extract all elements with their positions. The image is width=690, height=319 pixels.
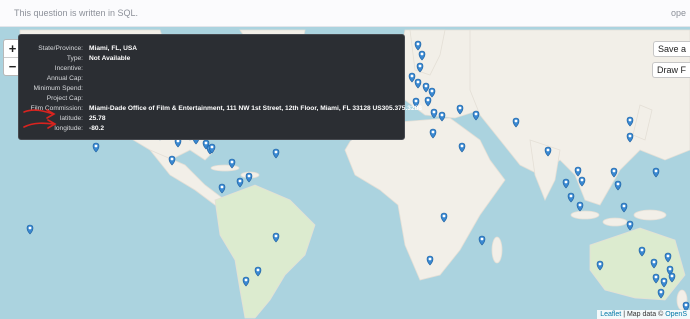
tooltip-value: 25.78 <box>89 115 106 122</box>
map-marker-icon[interactable] <box>272 148 280 159</box>
map-marker-icon[interactable] <box>26 224 34 235</box>
tooltip-label: Type: <box>66 55 83 62</box>
map-marker-icon[interactable] <box>272 232 280 243</box>
question-source-text: This question is written in SQL. <box>14 8 139 18</box>
map-marker-icon[interactable] <box>414 40 422 51</box>
map-attribution: Leaflet | Map data © OpenS <box>597 310 690 319</box>
map-marker-icon[interactable] <box>228 158 236 169</box>
map-marker-icon[interactable] <box>418 50 426 61</box>
map-marker-icon[interactable] <box>422 82 430 93</box>
tooltip-row-minimum-spend: Minimum Spend: <box>19 85 404 94</box>
map-marker-icon[interactable] <box>610 167 618 178</box>
attribution-separator: | Map data © <box>621 311 666 318</box>
tooltip-label: Annual Cap: <box>46 75 83 82</box>
tooltip-row-state: State/Province: Miami, FL, USA <box>19 45 404 54</box>
map-marker-icon[interactable] <box>626 116 634 127</box>
map-marker-icon[interactable] <box>458 142 466 153</box>
save-map-button[interactable]: Save a <box>652 41 690 57</box>
leaflet-link[interactable]: Leaflet <box>600 311 621 318</box>
map-marker-icon[interactable] <box>567 192 575 203</box>
tooltip-label: Minimum Spend: <box>33 85 83 92</box>
map-marker-icon[interactable] <box>478 235 486 246</box>
map-marker-icon[interactable] <box>429 128 437 139</box>
map-marker-icon[interactable] <box>416 62 424 73</box>
tooltip-value: -80.2 <box>89 125 105 132</box>
map-marker-icon[interactable] <box>562 178 570 189</box>
open-editor-link[interactable]: ope <box>671 8 686 18</box>
map-marker-icon[interactable] <box>218 183 226 194</box>
map-marker-icon[interactable] <box>544 146 552 157</box>
map-marker-icon[interactable] <box>440 212 448 223</box>
map-marker-icon[interactable] <box>428 87 436 98</box>
tooltip-value: Not Available <box>89 55 131 62</box>
map-marker-icon[interactable] <box>664 252 672 263</box>
map-marker-icon[interactable] <box>596 260 604 271</box>
tooltip-row-film-commission: Film Commission: Miami-Dade Office of Fil… <box>19 105 422 114</box>
map-marker-icon[interactable] <box>574 166 582 177</box>
map-marker-icon[interactable] <box>626 132 634 143</box>
map-marker-icon[interactable] <box>652 167 660 178</box>
tooltip-row-longitude: longitude: -80.2 <box>19 125 404 134</box>
tooltip-row-project-cap: Project Cap: <box>19 95 404 104</box>
map-marker-icon[interactable] <box>668 272 676 283</box>
tooltip-value: Miami, FL, USA <box>89 45 137 52</box>
marker-tooltip: State/Province: Miami, FL, USA Type: Not A… <box>18 34 422 140</box>
map-marker-icon[interactable] <box>426 255 434 266</box>
tooltip-label: longitude: <box>54 125 83 132</box>
tooltip-row-annual-cap: Annual Cap: <box>19 75 404 84</box>
map-marker-icon[interactable] <box>620 202 628 213</box>
tooltip-label: Incentive: <box>54 65 83 72</box>
map-marker-icon[interactable] <box>168 155 176 166</box>
map-marker-icon[interactable] <box>424 96 432 107</box>
map-marker-icon[interactable] <box>236 177 244 188</box>
tooltip-row-incentive: Incentive: <box>19 65 404 74</box>
map-marker-icon[interactable] <box>472 110 480 121</box>
map-marker-icon[interactable] <box>652 273 660 284</box>
tooltip-row-latitude: latitude: 25.78 <box>19 115 404 124</box>
map-marker-icon[interactable] <box>614 180 622 191</box>
map-marker-icon[interactable] <box>657 288 665 299</box>
map-marker-icon[interactable] <box>408 72 416 83</box>
osm-link[interactable]: OpenS <box>665 311 687 318</box>
map-marker-icon[interactable] <box>430 108 438 119</box>
tooltip-row-type: Type: Not Available <box>19 55 404 64</box>
map-marker-icon[interactable] <box>254 266 262 277</box>
map-marker-icon[interactable] <box>638 246 646 257</box>
tooltip-label: Project Cap: <box>46 95 83 102</box>
map-marker-icon[interactable] <box>576 201 584 212</box>
tooltip-value: Miami-Dade Office of Film & Entertainmen… <box>89 105 422 112</box>
map-marker-icon[interactable] <box>414 78 422 89</box>
draw-button[interactable]: Draw F <box>652 62 690 78</box>
map-marker-icon[interactable] <box>242 276 250 287</box>
map-marker-icon[interactable] <box>245 172 253 183</box>
map-marker-icon[interactable] <box>626 220 634 231</box>
tooltip-label: Film Commission: <box>30 105 83 112</box>
map-marker-icon[interactable] <box>438 111 446 122</box>
tooltip-label: latitude: <box>59 115 83 122</box>
question-header: This question is written in SQL. ope <box>0 0 690 27</box>
map-marker-icon[interactable] <box>660 277 668 288</box>
map-marker-icon[interactable] <box>512 117 520 128</box>
map-marker-icon[interactable] <box>92 142 100 153</box>
map-marker-icon[interactable] <box>456 104 464 115</box>
map-marker-icon[interactable] <box>650 258 658 269</box>
map-marker-icon[interactable] <box>578 176 586 187</box>
tooltip-label: State/Province: <box>38 45 83 52</box>
